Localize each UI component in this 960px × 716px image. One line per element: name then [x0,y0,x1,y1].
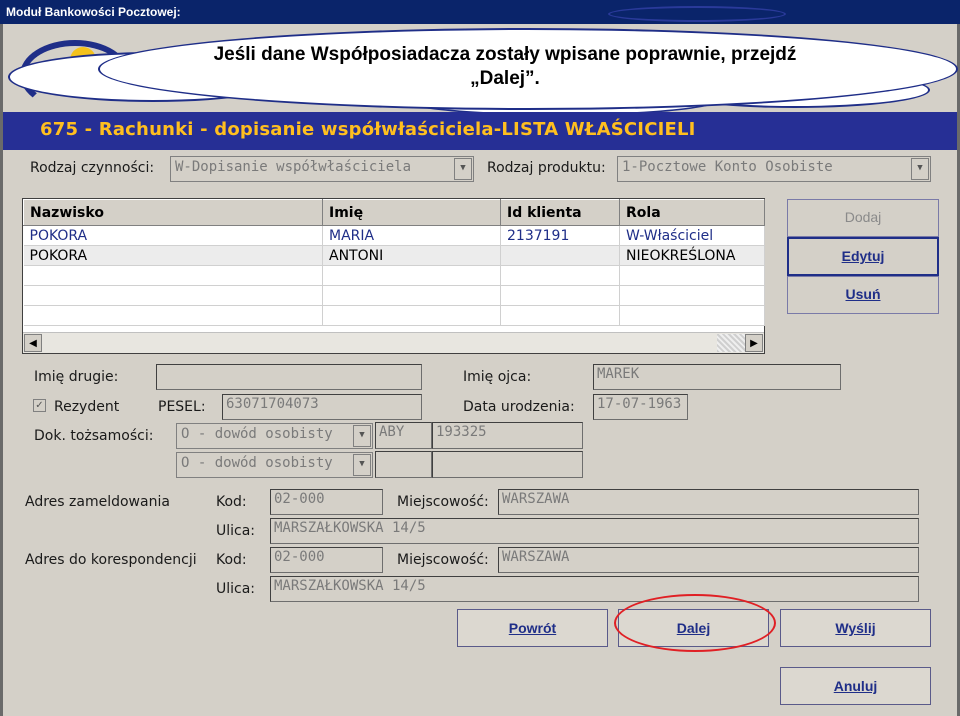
delete-button[interactable]: Usuń [787,276,939,314]
kod-label: Kod: [216,494,247,510]
table-cell: ANTONI [322,245,501,266]
adres-korespondencji-label: Adres do korespondencji [25,552,197,568]
chevron-down-icon[interactable]: ▼ [353,454,371,476]
back-button[interactable]: Powrót [457,609,608,647]
owners-table[interactable]: Nazwisko Imię Id klienta Rola POKORA MAR… [22,198,765,354]
rodzaj-produktu-select[interactable]: 1-Pocztowe Konto Osobiste ▼ [617,156,931,182]
dok-number-field-1[interactable]: 193325 [432,422,583,449]
rodzaj-produktu-value: 1-Pocztowe Konto Osobiste [622,159,833,175]
dok-type-value-2: O - dowód osobisty [181,455,333,471]
dok-type-select-2[interactable]: O - dowód osobisty ▼ [176,452,373,478]
dok-type-value-1: O - dowód osobisty [181,426,333,442]
horizontal-scrollbar[interactable]: ◀ ▶ [23,332,764,353]
table-row-empty [23,265,765,286]
edit-button[interactable]: Edytuj [787,237,939,276]
korespondencja-kod-field[interactable]: 02-000 [270,547,383,573]
send-button[interactable]: Wyślij [780,609,931,647]
table-row[interactable]: POKORA ANTONI NIEOKREŚLONA [23,245,765,266]
callout-line-2: „Dalej”. [470,68,540,89]
table-cell: W-Właściciel [619,225,765,246]
column-header-rola[interactable]: Rola [619,199,765,226]
chevron-down-icon[interactable]: ▼ [454,158,472,180]
scroll-right-icon[interactable]: ▶ [745,334,763,352]
rodzaj-czynnosci-value: W-Dopisanie współwłaściciela [175,159,412,175]
miejscowosc-label: Miejscowość: [397,494,489,510]
column-header-nazwisko[interactable]: Nazwisko [23,199,323,226]
page-title: 675 - Rachunki - dopisanie współwłaścici… [3,112,957,150]
rodzaj-produktu-label: Rodzaj produktu: [487,160,606,176]
imie-drugie-label: Imię drugie: [34,369,119,385]
data-urodzenia-label: Data urodzenia: [463,399,575,415]
chevron-down-icon[interactable]: ▼ [353,425,371,447]
dok-series-field-1[interactable]: ABY [375,422,432,449]
table-row[interactable]: POKORA MARIA 2137191 W-Właściciel [23,225,765,246]
cancel-button[interactable]: Anuluj [780,667,931,705]
rodzaj-czynnosci-select[interactable]: W-Dopisanie współwłaściciela ▼ [170,156,474,182]
imie-drugie-field[interactable] [156,364,422,390]
zameldowanie-kod-field[interactable]: 02-000 [270,489,383,515]
rodzaj-czynnosci-label: Rodzaj czynności: [30,160,155,176]
ulica-label: Ulica: [216,523,256,539]
dok-tozsamosci-label: Dok. tożsamości: [34,428,154,444]
pesel-label: PESEL: [158,399,206,415]
rezydent-checkbox[interactable]: ✓ [33,399,46,412]
dalej-highlight-ellipse [614,594,776,652]
korespondencja-miejscowosc-field[interactable]: WARSZAWA [498,547,919,573]
zameldowanie-miejscowosc-field[interactable]: WARSZAWA [498,489,919,515]
adres-zameldowania-label: Adres zameldowania [25,494,170,510]
table-cell: POKORA [23,225,323,246]
dok-type-select-1[interactable]: O - dowód osobisty ▼ [176,423,373,449]
add-button[interactable]: Dodaj [787,199,939,237]
rezydent-label: Rezydent [54,399,120,415]
korespondencja-ulica-field[interactable]: MARSZAŁKOWSKA 14/5 [270,576,919,602]
callout-highlight-title [608,6,786,22]
kod-label: Kod: [216,552,247,568]
window-title: Moduł Bankowości Pocztowej: [0,0,960,24]
miejscowosc-label: Miejscowość: [397,552,489,568]
pesel-field[interactable]: 63071704073 [222,394,422,420]
table-row-empty [23,285,765,306]
table-row-empty [23,305,765,326]
imie-ojca-field[interactable]: MAREK [593,364,841,390]
ulica-label: Ulica: [216,581,256,597]
callout-text: Jeśli dane Współposiadacza zostały wpisa… [150,43,860,91]
data-urodzenia-field[interactable]: 17-07-1963 [593,394,688,420]
column-header-id-klienta[interactable]: Id klienta [500,199,620,226]
scroll-thumb[interactable] [717,334,745,352]
dok-series-field-2[interactable] [375,451,432,478]
imie-ojca-label: Imię ojca: [463,369,532,385]
table-cell [500,245,620,266]
table-cell: NIEOKREŚLONA [619,245,765,266]
scroll-left-icon[interactable]: ◀ [24,334,42,352]
column-header-imie[interactable]: Imię [322,199,501,226]
callout-line-1: Jeśli dane Współposiadacza zostały wpisa… [213,44,797,65]
table-cell: MARIA [322,225,501,246]
table-cell: POKORA [23,245,323,266]
table-cell: 2137191 [500,225,620,246]
dok-number-field-2[interactable] [432,451,583,478]
zameldowanie-ulica-field[interactable]: MARSZAŁKOWSKA 14/5 [270,518,919,544]
chevron-down-icon[interactable]: ▼ [911,158,929,180]
